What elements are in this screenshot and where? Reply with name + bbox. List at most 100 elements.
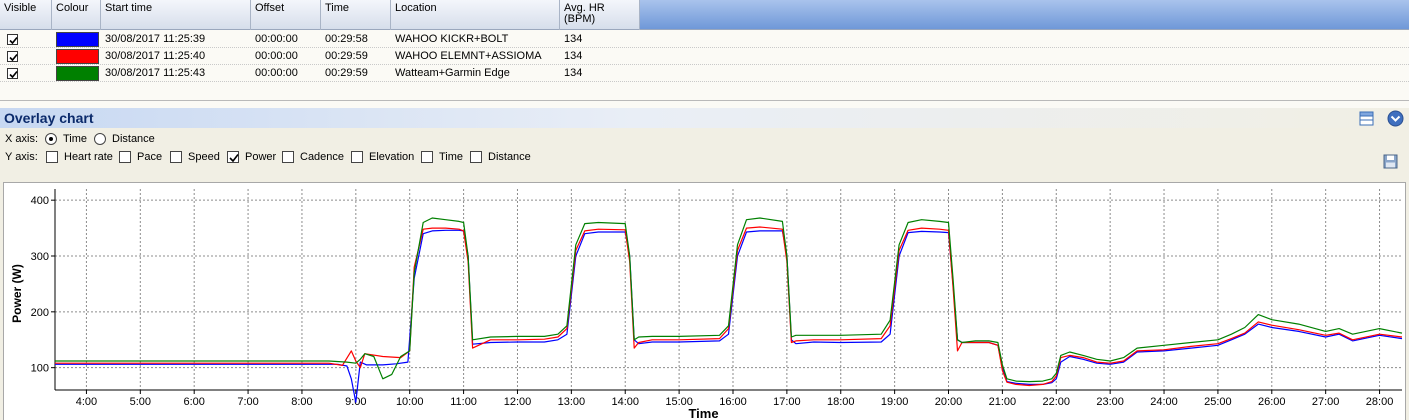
y-time-checkbox[interactable]: [421, 151, 433, 163]
x-distance-radio[interactable]: [94, 133, 106, 145]
table-header: Visible Colour Start time Offset Time Lo…: [0, 0, 1409, 30]
start-time-cell: 30/08/2017 11:25:43: [105, 67, 206, 79]
x-tick-label: 27:00: [1312, 396, 1340, 408]
chart-area[interactable]: 4:00 5:00 6:00 7:00 8:00 9:00 10:00 11:00 12:00 1…: [3, 182, 1406, 420]
x-tick-label: 28:00: [1366, 396, 1394, 408]
start-time-cell: 30/08/2017 11:25:40: [105, 50, 206, 62]
y-axis-title: Power (W): [10, 264, 24, 323]
y-tick-label: 100: [31, 363, 49, 375]
y-tick-label: 400: [31, 195, 49, 207]
time-cell: 00:29:58: [325, 33, 368, 45]
x-time-label[interactable]: Time: [63, 130, 87, 148]
offset-cell: 00:00:00: [255, 67, 298, 79]
layout-icon[interactable]: [1359, 111, 1374, 126]
colour-swatch[interactable]: [56, 66, 99, 81]
tracks-table: Visible Colour Start time Offset Time Lo…: [0, 0, 1409, 101]
x-distance-label[interactable]: Distance: [112, 130, 155, 148]
table-row[interactable]: 30/08/2017 11:25:39 00:00:00 00:29:58 WA…: [0, 31, 1409, 48]
colour-swatch[interactable]: [56, 49, 99, 64]
checkmark-icon: [9, 70, 18, 79]
header-start-time[interactable]: Start time: [101, 0, 251, 30]
x-tick-label: 6:00: [183, 396, 204, 408]
x-tick-label: 17:00: [773, 396, 801, 408]
y-pace-checkbox[interactable]: [119, 151, 131, 163]
checkmark-icon: [229, 154, 239, 163]
x-tick-label: 20:00: [935, 396, 963, 408]
y-speed-checkbox[interactable]: [170, 151, 182, 163]
y-cadence-checkbox[interactable]: [282, 151, 294, 163]
y-power-checkbox[interactable]: [227, 151, 239, 163]
power-chart[interactable]: 4:00 5:00 6:00 7:00 8:00 9:00 10:00 11:00 12:00 1…: [4, 183, 1407, 420]
table-row[interactable]: 30/08/2017 11:25:40 00:00:00 00:29:59 WA…: [0, 48, 1409, 65]
location-cell: WAHOO ELEMNT+ASSIOMA: [395, 50, 542, 62]
visible-checkbox[interactable]: [7, 51, 18, 62]
chevron-down-icon[interactable]: [1387, 110, 1404, 127]
y-distance-checkbox[interactable]: [470, 151, 482, 163]
table-row[interactable]: 30/08/2017 11:25:43 00:00:00 00:29:59 Wa…: [0, 65, 1409, 82]
x-tick-label: 5:00: [130, 396, 151, 408]
panel-title: Overlay chart: [4, 110, 94, 126]
location-cell: WAHOO KICKR+BOLT: [395, 33, 509, 45]
header-visible[interactable]: Visible: [0, 0, 52, 30]
radio-selected-dot: [49, 137, 53, 141]
x-tick-label: 24:00: [1150, 396, 1178, 408]
panel-title-bar: Overlay chart: [0, 108, 1409, 128]
x-tick-label: 4:00: [76, 396, 97, 408]
colour-swatch[interactable]: [56, 32, 99, 47]
x-tick-label: 16:00: [719, 396, 747, 408]
y-pace-label[interactable]: Pace: [137, 148, 162, 166]
series-line-3: [55, 217, 1403, 383]
y-axis-label: Y axis:: [5, 151, 38, 163]
y-tick-label: 300: [31, 251, 49, 263]
x-tick-label: 12:00: [504, 396, 532, 408]
y-power-label[interactable]: Power: [245, 148, 276, 166]
checkmark-icon: [9, 53, 18, 62]
x-tick-label: 8:00: [291, 396, 312, 408]
location-cell: Watteam+Garmin Edge: [395, 67, 510, 79]
y-distance-label[interactable]: Distance: [488, 148, 531, 166]
y-elevation-label[interactable]: Elevation: [369, 148, 414, 166]
y-elevation-checkbox[interactable]: [351, 151, 363, 163]
x-tick-label: 7:00: [237, 396, 258, 408]
x-tick-label: 25:00: [1204, 396, 1232, 408]
x-tick-label: 23:00: [1096, 396, 1124, 408]
time-cell: 00:29:59: [325, 67, 368, 79]
visible-checkbox[interactable]: [7, 34, 18, 45]
y-speed-label[interactable]: Speed: [188, 148, 220, 166]
visible-checkbox[interactable]: [7, 68, 18, 79]
y-tick-label: 200: [31, 307, 49, 319]
header-time[interactable]: Time: [321, 0, 391, 30]
avg-hr-cell: 134: [564, 67, 583, 79]
x-tick-label: 13:00: [558, 396, 586, 408]
x-tick-label: 22:00: [1043, 396, 1071, 408]
offset-cell: 00:00:00: [255, 50, 298, 62]
time-cell: 00:29:59: [325, 50, 368, 62]
avg-hr-cell: 134: [564, 33, 583, 45]
series-line-2: [55, 226, 1403, 387]
y-heart-rate-label[interactable]: Heart rate: [64, 148, 113, 166]
header-offset[interactable]: Offset: [251, 0, 321, 30]
y-time-label[interactable]: Time: [439, 148, 463, 166]
header-colour[interactable]: Colour: [52, 0, 101, 30]
y-heart-rate-checkbox[interactable]: [46, 151, 58, 163]
x-time-radio[interactable]: [45, 133, 57, 145]
x-tick-label: 26:00: [1258, 396, 1286, 408]
x-tick-label: 11:00: [450, 396, 477, 408]
x-axis-title: Time: [688, 406, 718, 420]
start-time-cell: 30/08/2017 11:25:39: [105, 33, 206, 45]
offset-cell: 00:00:00: [255, 33, 298, 45]
x-tick-label: 18:00: [827, 396, 855, 408]
x-tick-label: 10:00: [396, 396, 424, 408]
header-avg-hr[interactable]: Avg. HR (BPM): [560, 0, 640, 30]
y-cadence-label[interactable]: Cadence: [300, 148, 344, 166]
header-filler: [640, 0, 1409, 29]
save-icon[interactable]: [1383, 154, 1398, 169]
x-tick-label: 19:00: [881, 396, 909, 408]
overlay-chart-panel: Overlay chart X axis: Time Distance Y ax…: [0, 108, 1409, 420]
x-tick-label: 14:00: [611, 396, 639, 408]
avg-hr-cell: 134: [564, 50, 583, 62]
x-tick-label: 21:00: [989, 396, 1017, 408]
x-axis-label: X axis:: [5, 133, 39, 145]
header-location[interactable]: Location: [391, 0, 560, 30]
checkmark-icon: [9, 36, 18, 45]
